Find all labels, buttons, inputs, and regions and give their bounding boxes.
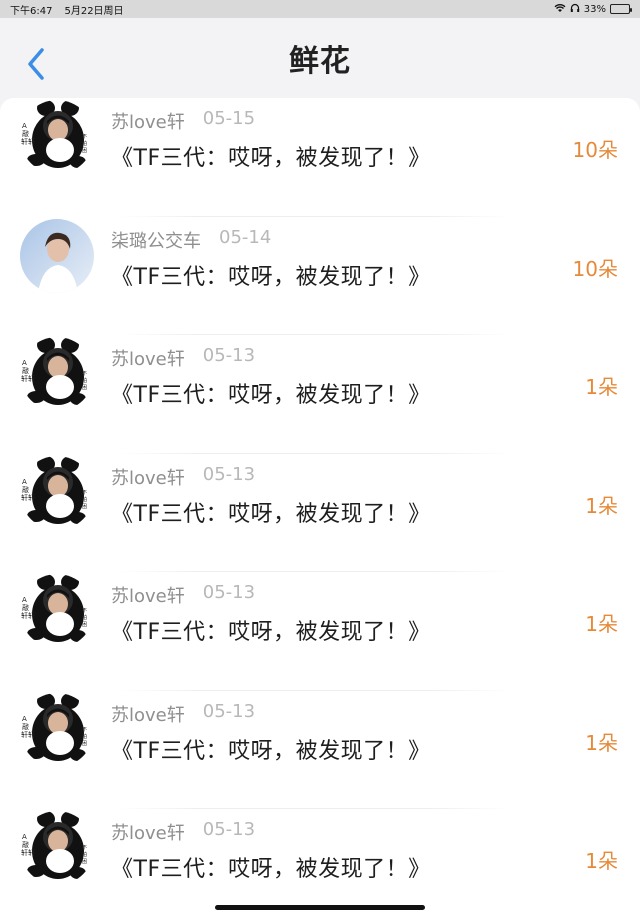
flower-count: 1朵 [585,612,618,636]
svg-text:不: 不 [82,727,87,733]
list-item[interactable]: A 敲 轩轩 不 怕 困 苏love轩 05-13 《TF三代：哎呀，被发现了！》 1… [0,335,640,454]
item-meta: 苏love轩 05-15 [111,108,255,134]
svg-text:轩轩: 轩轩 [21,493,35,502]
svg-text:不: 不 [82,845,87,851]
svg-text:困: 困 [82,741,87,747]
flower-count: 1朵 [585,493,618,518]
item-date: 05-13 [202,345,256,366]
item-meta: 柒璐公交车 05-14 [111,227,271,253]
svg-text:困: 困 [82,504,87,510]
chevron-left-icon [28,48,44,80]
svg-text:A: A [22,596,27,604]
svg-text:轩轩: 轩轩 [21,730,35,739]
list-item[interactable]: A 敲 轩轩 不 怕 困 苏love轩 05-13 《TF三代：哎呀，被发现了！》 1… [0,454,640,572]
svg-text:轩轩: 轩轩 [21,611,35,620]
panda-avatar-icon[interactable]: A 敲 轩轩 不 怕 困 [20,574,94,648]
status-time: 下午6:47 [10,5,53,17]
panda-avatar-icon[interactable]: A 敲 轩轩 不 怕 困 [20,100,94,174]
svg-text:怕: 怕 [82,733,87,740]
svg-text:A: A [22,122,27,130]
svg-text:A: A [22,478,27,486]
svg-text:怕: 怕 [82,377,87,384]
battery-percent: 33% [583,3,606,15]
svg-text:不: 不 [82,371,87,377]
svg-text:轩轩: 轩轩 [21,848,35,857]
list-item[interactable]: A 敲 轩轩 不 怕 困 苏love轩 05-13 《TF三代：哎呀，被发现了！》 1… [0,691,640,809]
panda-avatar-icon[interactable]: A 敲 轩轩 不 怕 困 [20,455,94,530]
svg-text:怕: 怕 [82,140,87,147]
panda-avatar-icon[interactable]: A 敲 轩轩 不 怕 困 [20,337,94,411]
svg-text:困: 困 [82,148,87,154]
flower-count: 10朵 [572,256,618,281]
svg-text:不: 不 [82,134,87,140]
item-meta: 苏love轩 05-13 [111,701,255,727]
home-indicator[interactable] [215,905,425,910]
status-bar: 下午6:47 5月22日周日 33% [0,0,640,18]
item-title[interactable]: 《TF三代：哎呀，被发现了！》 [111,140,431,172]
svg-text:怕: 怕 [82,851,87,858]
username[interactable]: 苏love轩 [111,464,185,490]
flower-count: 1朵 [585,730,618,755]
item-date: 05-14 [219,226,272,248]
item-meta: 苏love轩 05-13 [111,464,255,490]
battery-icon [610,4,632,14]
svg-text:敲: 敲 [22,722,29,731]
flower-count: 1朵 [585,849,618,873]
svg-text:不: 不 [82,490,87,496]
username[interactable]: 苏love轩 [111,819,185,845]
username[interactable]: 苏love轩 [111,345,185,371]
flower-count: 1朵 [585,375,618,399]
username[interactable]: 苏love轩 [111,701,185,727]
username[interactable]: 柒璐公交车 [111,227,201,253]
panda-avatar-icon[interactable]: A 敲 轩轩 不 怕 困 [20,692,94,767]
list-item[interactable]: A 敲 轩轩 不 怕 困 苏love轩 05-15 《TF三代：哎呀，被发现了！》 1… [0,98,640,217]
item-date: 05-13 [202,582,256,603]
item-date: 05-13 [202,819,256,840]
svg-text:困: 困 [82,859,87,865]
item-date: 05-15 [202,108,256,129]
list-item[interactable]: 柒璐公交车 05-14 《TF三代：哎呀，被发现了！》 10朵 [0,217,640,335]
item-title[interactable]: 《TF三代：哎呀，被发现了！》 [111,614,431,646]
item-date: 05-13 [202,700,256,722]
item-title[interactable]: 《TF三代：哎呀，被发现了！》 [111,259,431,291]
svg-text:A: A [22,715,27,723]
list-item[interactable]: A 敲 轩轩 不 怕 困 苏love轩 05-13 《TF三代：哎呀，被发现了！》 1… [0,809,640,916]
svg-text:敲: 敲 [22,129,29,138]
svg-text:A: A [22,833,27,841]
item-title[interactable]: 《TF三代：哎呀，被发现了！》 [111,851,431,883]
item-meta: 苏love轩 05-13 [111,819,255,845]
item-meta: 苏love轩 05-13 [111,582,255,608]
item-title[interactable]: 《TF三代：哎呀，被发现了！》 [111,733,431,765]
username[interactable]: 苏love轩 [111,108,185,134]
headphones-icon [570,3,580,16]
svg-text:敲: 敲 [22,366,29,375]
status-date: 5月22日周日 [64,5,124,17]
svg-text:敲: 敲 [22,603,29,612]
svg-text:敲: 敲 [22,485,29,494]
item-title[interactable]: 《TF三代：哎呀，被发现了！》 [111,377,431,409]
svg-text:轩轩: 轩轩 [21,374,35,383]
svg-text:敲: 敲 [22,840,29,849]
svg-text:不: 不 [82,608,87,614]
back-button[interactable] [18,46,54,82]
username[interactable]: 苏love轩 [111,582,185,608]
svg-text:困: 困 [82,385,87,391]
svg-text:轩轩: 轩轩 [21,137,35,146]
svg-text:怕: 怕 [82,496,87,503]
page-title: 鲜花 [289,44,351,79]
flower-count: 10朵 [572,138,618,162]
flower-list: A 敲 轩轩 不 怕 困 苏love轩 05-15 《TF三代：哎呀，被发现了！》 1… [0,98,640,916]
wifi-icon [554,3,566,16]
avatar[interactable] [20,218,94,293]
panda-avatar-icon[interactable]: A 敲 轩轩 不 怕 困 [20,811,94,885]
svg-text:A: A [22,359,27,367]
list-item[interactable]: A 敲 轩轩 不 怕 困 苏love轩 05-13 《TF三代：哎呀，被发现了！》 1… [0,572,640,691]
header: 鲜花 [0,18,640,98]
item-title[interactable]: 《TF三代：哎呀，被发现了！》 [111,496,431,528]
item-date: 05-13 [202,463,256,485]
item-meta: 苏love轩 05-13 [111,345,255,371]
svg-text:怕: 怕 [82,614,87,621]
svg-text:困: 困 [82,622,87,628]
